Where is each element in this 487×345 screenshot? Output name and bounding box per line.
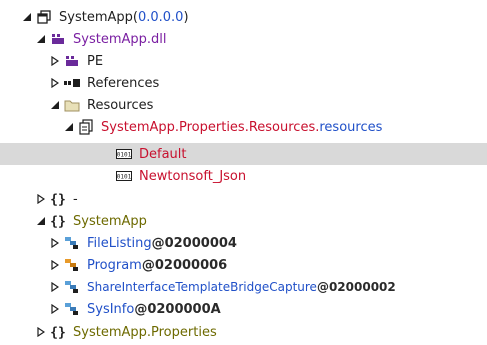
class-icon — [64, 235, 80, 251]
pe-label: PE — [87, 53, 104, 69]
tree-node-label: SystemApp (0.0.0.0) — [59, 10, 189, 25]
token-at: @ — [141, 257, 155, 273]
sysinfo-label: SysInfo @0200000A — [87, 302, 221, 317]
tree-node-namespace-dash[interactable]: {} - — [0, 188, 487, 210]
default-label: Default — [139, 146, 187, 162]
svg-text:{}: {} — [50, 326, 66, 340]
tree-node-assembly[interactable]: SystemApp (0.0.0.0) — [0, 6, 487, 28]
collapsed-arrow-icon[interactable] — [50, 77, 60, 89]
token-value: 0200000A — [147, 301, 221, 317]
assembly-name: SystemApp — [59, 9, 133, 25]
tree-node-pe[interactable]: PE — [0, 50, 487, 72]
binary-resource-icon: 0101 — [116, 168, 132, 184]
tree-node-newtonsoft[interactable]: 0101 Newtonsoft_Json — [0, 165, 487, 187]
expanded-arrow-icon[interactable] — [50, 99, 60, 111]
tree-node-references[interactable]: References — [0, 72, 487, 94]
resource-file-name: SystemApp.Properties.Resources. — [101, 119, 320, 135]
module-icon — [64, 53, 80, 69]
namespace-dash-label: - — [73, 191, 78, 207]
tree-node-sysinfo[interactable]: SysInfo @0200000A — [0, 298, 487, 320]
tree-node-namespace-systemapp[interactable]: {} SystemApp — [0, 210, 487, 232]
expanded-arrow-icon[interactable] — [36, 33, 46, 45]
class-name: SysInfo — [87, 301, 135, 317]
collapsed-arrow-icon[interactable] — [50, 259, 60, 271]
collapsed-arrow-icon[interactable] — [50, 281, 60, 293]
namespace-prefix: SystemApp. — [73, 324, 152, 340]
binary-resource-icon: 0101 — [116, 146, 132, 162]
assembly-tree: SystemApp (0.0.0.0) SystemApp.dll PE Ref… — [0, 0, 487, 345]
resources-label: Resources — [87, 97, 154, 113]
tree-node-namespace-properties[interactable]: {} SystemApp. Properties — [0, 321, 487, 343]
svg-text:{}: {} — [50, 215, 66, 229]
newtonsoft-label: Newtonsoft_Json — [139, 168, 247, 184]
namespace-icon: {} — [50, 213, 66, 229]
svg-text:0101: 0101 — [117, 174, 132, 181]
class-icon — [64, 279, 80, 295]
tree-node-resource-file[interactable]: SystemApp.Properties.Resources. resources — [0, 116, 487, 138]
token-at: @ — [151, 235, 165, 251]
token-value: 02000004 — [164, 235, 237, 251]
assembly-icon — [36, 9, 52, 25]
resource-file-icon — [78, 119, 94, 135]
paren-close: ) — [183, 9, 189, 25]
namespace-systemapp-label: SystemApp — [73, 213, 147, 229]
token-value: 02000002 — [328, 280, 396, 294]
expanded-arrow-icon[interactable] — [64, 121, 74, 133]
tree-node-default[interactable]: 0101 Default — [0, 143, 487, 165]
assembly-version: 0.0.0.0 — [137, 9, 184, 25]
module-icon — [50, 31, 66, 47]
tree-node-program[interactable]: Program @02000006 — [0, 254, 487, 276]
collapsed-arrow-icon[interactable] — [36, 326, 46, 338]
tree-node-resources[interactable]: Resources — [0, 94, 487, 116]
token-value: 02000006 — [154, 257, 228, 273]
resource-file-label: SystemApp.Properties.Resources. resources — [101, 120, 382, 135]
namespace-suffix: Properties — [151, 324, 217, 340]
svg-text:{}: {} — [50, 193, 66, 207]
static-class-icon — [64, 257, 80, 273]
expanded-arrow-icon[interactable] — [22, 11, 32, 23]
tree-node-filelisting[interactable]: FileListing @02000004 — [0, 232, 487, 254]
class-icon — [64, 301, 80, 317]
references-icon — [64, 75, 80, 91]
token-at: @ — [134, 301, 148, 317]
resource-file-extension: resources — [319, 119, 383, 135]
collapsed-arrow-icon[interactable] — [50, 303, 60, 315]
folder-icon — [64, 97, 80, 113]
namespace-properties-label: SystemApp. Properties — [73, 325, 217, 340]
collapsed-arrow-icon[interactable] — [50, 55, 60, 67]
svg-text:0101: 0101 — [117, 152, 132, 159]
token-at: @ — [316, 280, 329, 294]
tree-node-dll[interactable]: SystemApp.dll — [0, 28, 487, 50]
namespace-icon: {} — [50, 324, 66, 340]
class-name: ShareInterfaceTemplateBridgeCapture — [87, 280, 317, 294]
shareinterface-label: ShareInterfaceTemplateBridgeCapture @020… — [87, 280, 396, 294]
namespace-icon: {} — [50, 191, 66, 207]
collapsed-arrow-icon[interactable] — [50, 237, 60, 249]
dll-label: SystemApp.dll — [73, 31, 167, 47]
class-name: Program — [87, 257, 142, 273]
expanded-arrow-icon[interactable] — [36, 215, 46, 227]
tree-node-shareinterface[interactable]: ShareInterfaceTemplateBridgeCapture @020… — [0, 276, 487, 298]
filelisting-label: FileListing @02000004 — [87, 236, 237, 251]
references-label: References — [87, 75, 160, 91]
collapsed-arrow-icon[interactable] — [36, 193, 46, 205]
program-label: Program @02000006 — [87, 258, 227, 273]
class-name: FileListing — [87, 235, 152, 251]
